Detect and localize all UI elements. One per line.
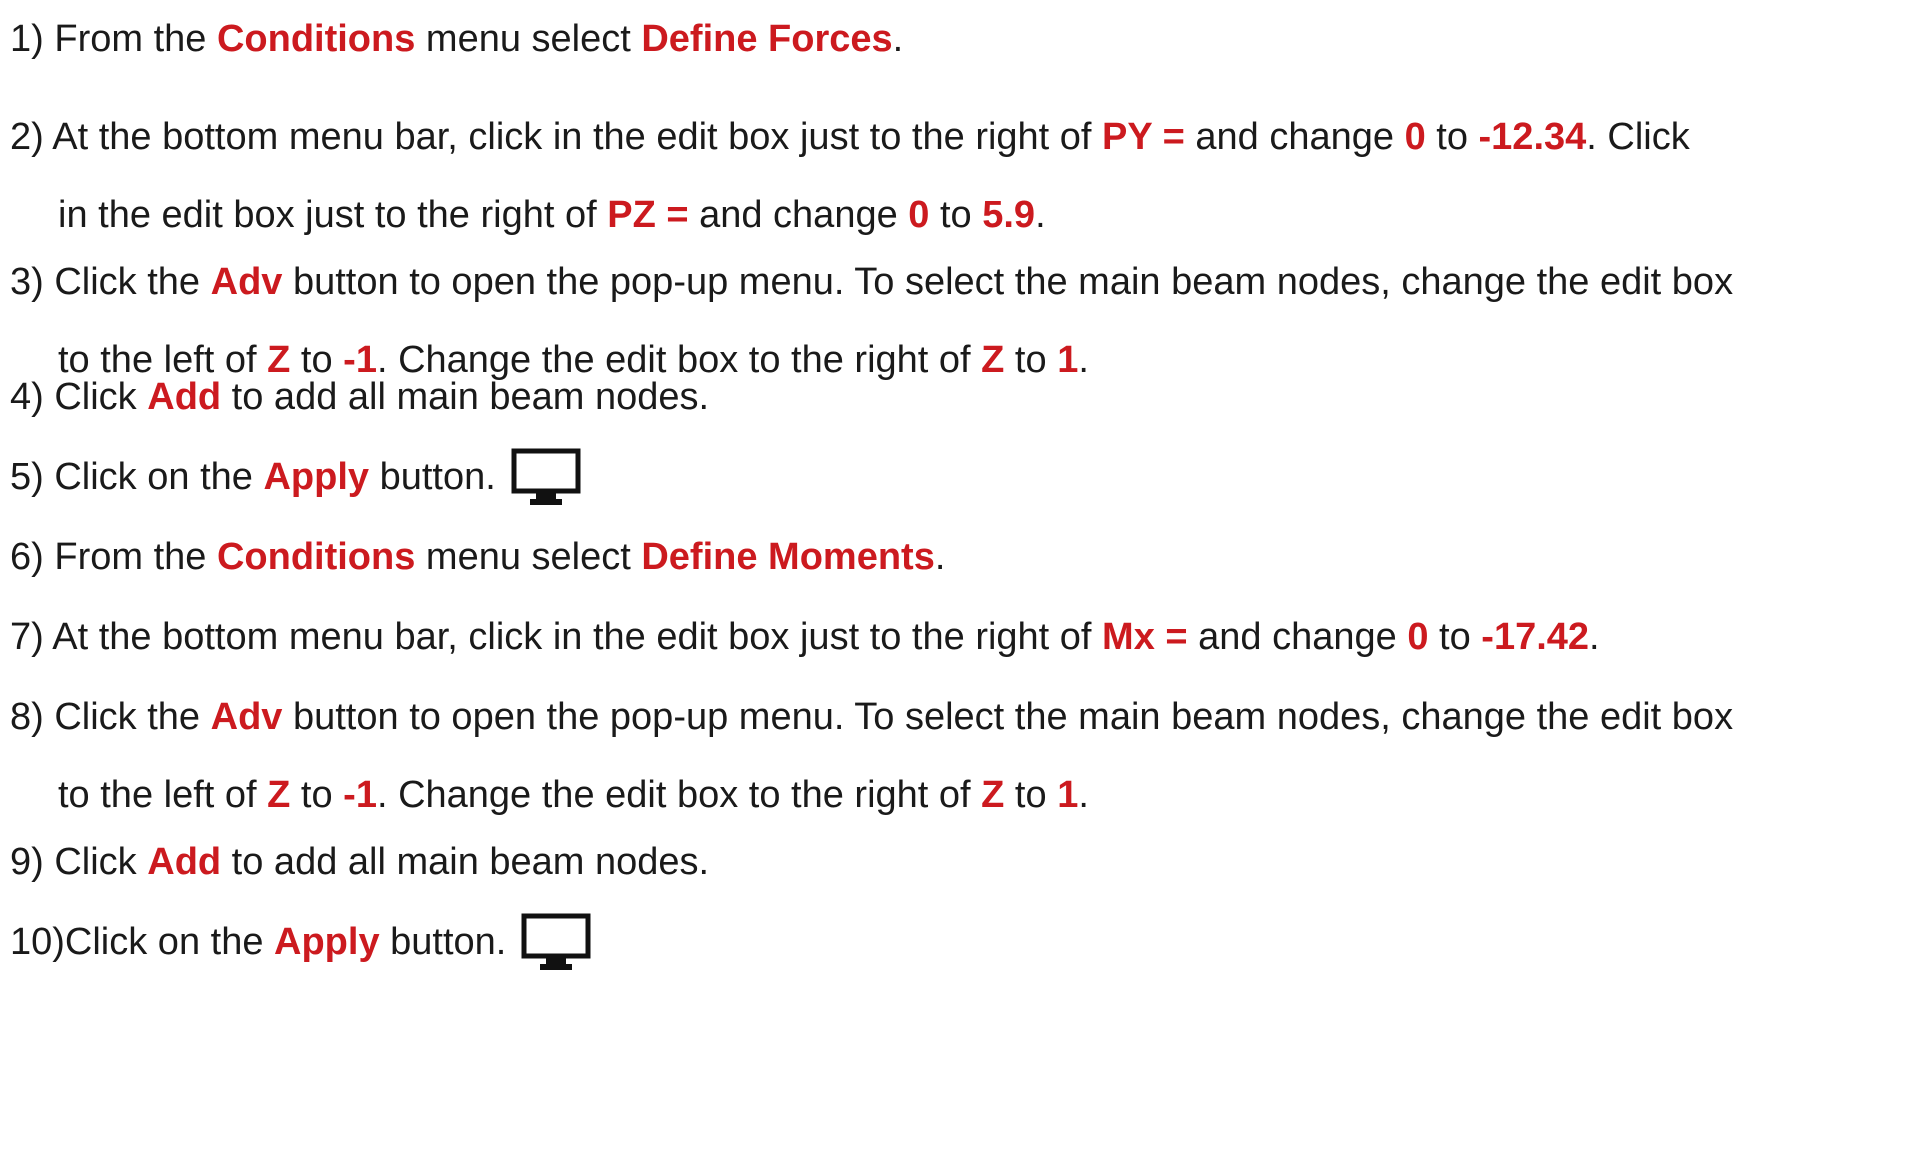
instruction-text: in the edit box just to the right of — [58, 194, 608, 236]
instruction-step: 6) From the Conditions menu select Defin… — [10, 518, 945, 596]
highlighted-term: PZ = — [607, 194, 689, 236]
instruction-text: At the bottom menu bar, click in the edi… — [43, 116, 1103, 158]
instruction-text: to — [1425, 116, 1479, 158]
instruction-text: to — [1428, 616, 1482, 658]
instruction-text: to add all main beam nodes. — [221, 376, 710, 418]
instruction-text: to the left of — [58, 774, 268, 816]
highlighted-term: Define Moments — [641, 536, 935, 578]
instruction-line: 10)Click on the Apply button. — [10, 903, 592, 981]
instruction-line: 3) Click the Adv button to open the pop-… — [10, 243, 1733, 321]
instruction-text: button. — [369, 456, 496, 498]
instruction-text: Click on the — [64, 921, 275, 963]
instruction-text: and change — [1187, 616, 1408, 658]
instruction-text: and change — [688, 194, 909, 236]
instruction-text: . — [892, 18, 904, 60]
instruction-text: and change — [1184, 116, 1405, 158]
highlighted-term: 0 — [1404, 116, 1426, 158]
instruction-step: 10)Click on the Apply button. — [10, 903, 592, 981]
instruction-text: . — [1589, 616, 1600, 658]
instruction-step: 1) From the Conditions menu select Defin… — [10, 0, 903, 78]
highlighted-term: Apply — [274, 921, 380, 963]
instruction-text: menu select — [415, 536, 642, 578]
instruction-text: menu select — [415, 18, 642, 60]
highlighted-term: Add — [147, 376, 222, 418]
step-number: 6) — [10, 536, 44, 578]
highlighted-term: 0 — [1407, 616, 1429, 658]
instruction-step: 5) Click on the Apply button. — [10, 438, 582, 516]
step-number: 4) — [10, 376, 44, 418]
highlighted-term: Add — [147, 841, 222, 883]
instruction-step: 4) Click Add to add all main beam nodes. — [10, 358, 709, 436]
instruction-line: 1) From the Conditions menu select Defin… — [10, 0, 903, 78]
highlighted-term: Conditions — [216, 18, 416, 60]
instruction-line: 7) At the bottom menu bar, click in the … — [10, 598, 1600, 676]
instruction-text: . — [934, 536, 946, 578]
highlighted-term: Z — [267, 774, 291, 816]
instruction-text: . — [1078, 774, 1089, 816]
instruction-text: . — [1035, 194, 1046, 236]
highlighted-term: Adv — [210, 696, 283, 738]
highlighted-term: Define Forces — [641, 18, 893, 60]
instruction-text: From the — [43, 536, 217, 578]
instruction-text: button to open the pop-up menu. To selec… — [282, 261, 1734, 303]
instruction-text: At the bottom menu bar, click in the edi… — [43, 616, 1103, 658]
highlighted-term: 1 — [1057, 339, 1079, 381]
highlighted-term: Mx = — [1102, 616, 1188, 658]
instruction-text: to add all main beam nodes. — [221, 841, 710, 883]
instruction-text: Click the — [43, 261, 211, 303]
highlighted-term: -1 — [343, 774, 377, 816]
instruction-text: button. — [379, 921, 507, 963]
instruction-line: 9) Click Add to add all main beam nodes. — [10, 823, 709, 901]
instruction-text: to — [290, 774, 344, 816]
instruction-step: 2) At the bottom menu bar, click in the … — [10, 98, 1690, 254]
highlighted-term: Z — [981, 774, 1005, 816]
monitor-icon — [510, 447, 582, 509]
instruction-step: 7) At the bottom menu bar, click in the … — [10, 598, 1600, 676]
highlighted-term: Apply — [263, 456, 370, 498]
instruction-step: 9) Click Add to add all main beam nodes. — [10, 823, 709, 901]
step-number: 10) — [10, 921, 65, 963]
highlighted-term: 0 — [908, 194, 930, 236]
instruction-text: . Click — [1586, 116, 1690, 158]
instruction-text: to — [1004, 339, 1058, 381]
instruction-text: Click — [43, 376, 148, 418]
step-number: 7) — [10, 616, 44, 658]
highlighted-term: -12.34 — [1478, 116, 1587, 158]
step-number: 9) — [10, 841, 44, 883]
step-number: 3) — [10, 261, 44, 303]
instruction-text: . Change the edit box to the right of — [376, 774, 982, 816]
highlighted-term: 5.9 — [982, 194, 1036, 236]
step-number: 8) — [10, 696, 44, 738]
instruction-text: From the — [43, 18, 217, 60]
instruction-text: to — [1004, 774, 1058, 816]
instruction-text: Click on the — [43, 456, 264, 498]
step-number: 1) — [10, 18, 44, 60]
instruction-line: 2) At the bottom menu bar, click in the … — [10, 98, 1690, 176]
highlighted-term: PY = — [1102, 116, 1185, 158]
highlighted-term: Z — [981, 339, 1005, 381]
instruction-step: 8) Click the Adv button to open the pop-… — [10, 678, 1733, 834]
step-number: 5) — [10, 456, 44, 498]
instruction-text: Click — [43, 841, 148, 883]
instruction-line: 6) From the Conditions menu select Defin… — [10, 518, 945, 596]
instruction-line: 8) Click the Adv button to open the pop-… — [10, 678, 1733, 756]
highlighted-term: 1 — [1057, 774, 1079, 816]
highlighted-term: Adv — [210, 261, 283, 303]
instruction-text: button to open the pop-up menu. To selec… — [282, 696, 1734, 738]
step-number: 2) — [10, 116, 44, 158]
monitor-icon — [520, 912, 592, 974]
instruction-text: Click the — [43, 696, 211, 738]
instruction-line: 4) Click Add to add all main beam nodes. — [10, 358, 709, 436]
highlighted-term: Conditions — [216, 536, 416, 578]
instruction-line: 5) Click on the Apply button. — [10, 438, 582, 516]
highlighted-term: -17.42 — [1481, 616, 1590, 658]
instruction-text: to — [929, 194, 983, 236]
instruction-text: . — [1078, 339, 1089, 381]
